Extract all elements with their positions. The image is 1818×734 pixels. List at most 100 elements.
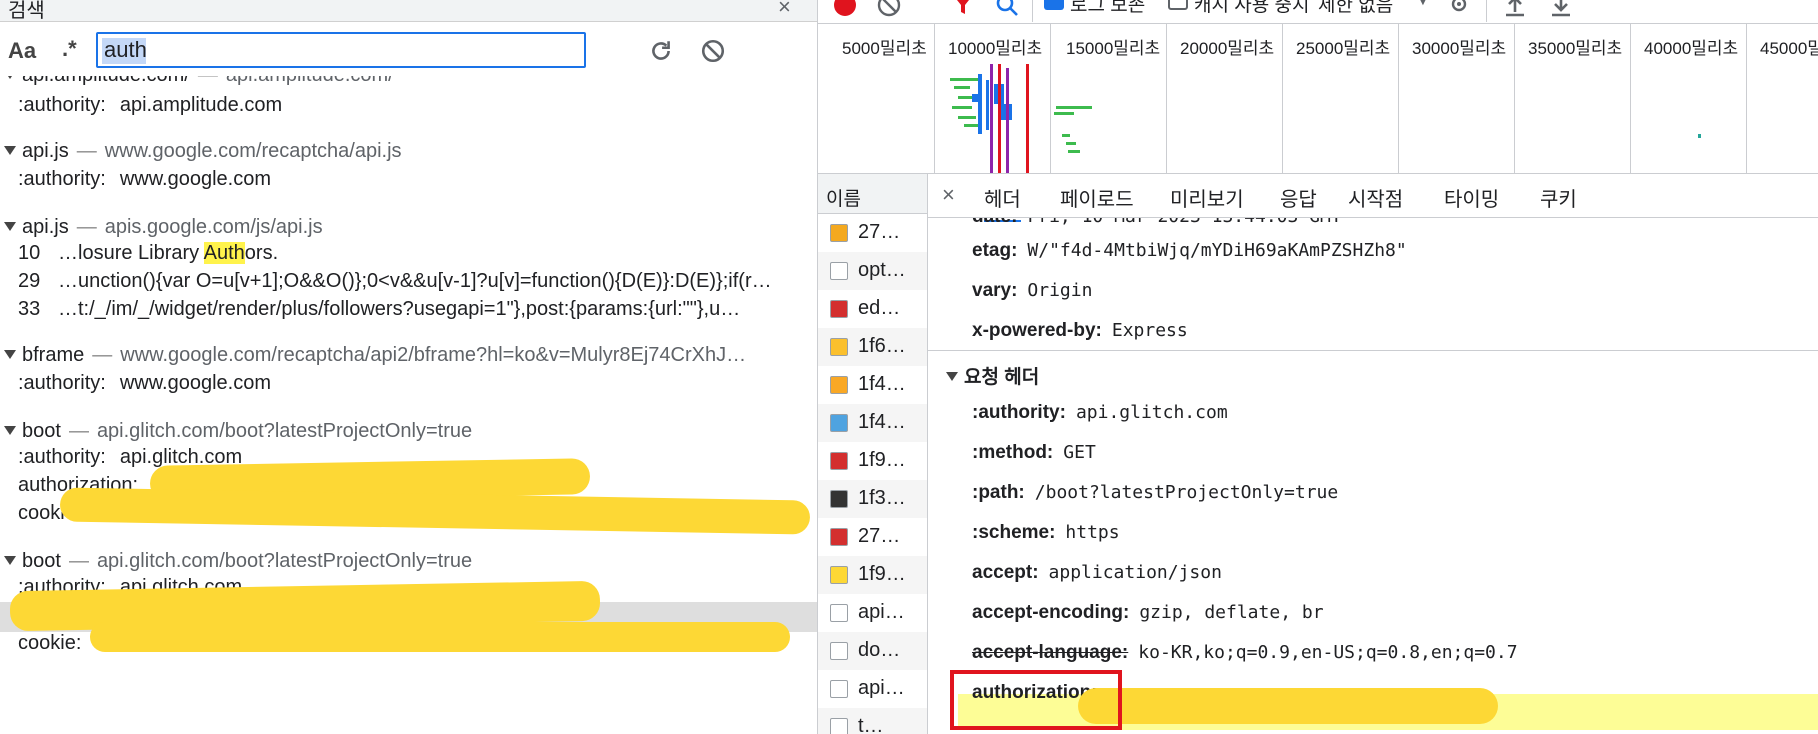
request-header-row[interactable]: :scheme: https <box>972 522 1120 556</box>
file-type-icon <box>830 376 848 394</box>
request-name: 1f3… <box>858 487 906 509</box>
result-code-line[interactable]: 33 …t:/_/im/_/widget/render/plus/follower… <box>18 298 817 328</box>
request-name: api… <box>858 601 905 623</box>
request-name: 27… <box>858 525 901 547</box>
refresh-icon[interactable] <box>648 38 674 64</box>
request-header-row[interactable]: accept: application/json <box>972 562 1222 596</box>
result-file-name: boot <box>22 550 61 572</box>
request-row[interactable]: api… <box>818 594 927 632</box>
expand-triangle-icon <box>4 76 16 79</box>
headers-content: date:Fri, 10 Mar 2023 13:44:03 GMT etag:… <box>928 218 1818 734</box>
request-row[interactable]: 1f3… <box>818 480 927 518</box>
redaction-mark <box>1078 688 1498 724</box>
network-settings-icon[interactable] <box>1446 0 1472 18</box>
request-row[interactable]: ed… <box>818 290 927 328</box>
tab-payload[interactable]: 페이로드 <box>1060 183 1134 212</box>
request-row[interactable]: api… <box>818 670 927 708</box>
expand-triangle-icon <box>4 350 16 359</box>
result-file-header[interactable]: api.js — www.google.com/recaptcha/api.js <box>0 140 402 170</box>
request-row[interactable]: 27… <box>818 214 927 252</box>
filter-icon[interactable] <box>950 0 976 18</box>
regex-toggle[interactable]: .* <box>62 36 77 62</box>
request-row[interactable]: 1f4… <box>818 404 927 442</box>
file-type-icon <box>830 338 848 356</box>
result-line[interactable]: :authority: www.google.com <box>18 372 271 402</box>
file-type-icon <box>830 262 848 280</box>
response-header-row[interactable]: etag: W/"f4d-4MtbiWjq/mYDiH69aKAmPZSHZh8" <box>972 240 1407 274</box>
file-type-icon <box>830 414 848 432</box>
tab-response[interactable]: 응답 <box>1280 183 1317 212</box>
result-file-url: api.amplitude.com/ <box>226 76 394 86</box>
annotation-red-box <box>950 670 1122 730</box>
request-name: ed… <box>858 297 901 319</box>
toolbar-divider <box>1032 0 1033 22</box>
preserve-log-checkbox[interactable] <box>1044 0 1064 10</box>
file-type-icon <box>830 300 848 318</box>
request-headers-section-title[interactable]: 요청 헤더 <box>942 362 1039 396</box>
search-icon[interactable] <box>994 0 1020 18</box>
result-file-name: api.amplitude.com/ <box>22 76 190 86</box>
expand-triangle-icon <box>4 556 16 565</box>
result-line[interactable]: :authority: api.amplitude.com <box>18 94 282 124</box>
result-code-line[interactable]: 10 …losure Library Authors. <box>18 242 278 272</box>
request-list-header[interactable]: 이름 <box>818 174 927 214</box>
response-header-row[interactable]: vary: Origin <box>972 280 1092 314</box>
result-code-line[interactable]: 29 …unction(){var O=u[v+1];O&&O()};0<v&&u… <box>18 270 817 300</box>
request-header-row[interactable]: accept-encoding: gzip, deflate, br <box>972 602 1324 636</box>
request-name: 1f6… <box>858 335 906 357</box>
response-header-row[interactable]: date:Fri, 10 Mar 2023 13:44:03 GMT <box>972 218 1342 240</box>
tab-headers[interactable]: 헤더 <box>984 183 1021 222</box>
search-results: api.amplitude.com/—api.amplitude.com/ :a… <box>0 76 817 734</box>
request-name: 1f9… <box>858 563 906 585</box>
request-list: 이름 27… opt… ed… 1f6… 1f4… 1f4… 1f9… 1f3… 27… 1f9…… <box>818 174 928 734</box>
request-name: t… <box>858 715 884 734</box>
request-detail-panel: × 헤더 페이로드 미리보기 응답 시작점 타이밍 쿠키 date:Fri, 1… <box>928 174 1818 734</box>
disable-cache-checkbox[interactable] <box>1168 0 1188 10</box>
request-header-row[interactable]: :authority: api.glitch.com <box>972 402 1228 436</box>
request-row[interactable]: 1f4… <box>818 366 927 404</box>
result-line[interactable]: :authority: www.google.com <box>18 168 271 198</box>
request-name: 27… <box>858 221 901 243</box>
record-icon[interactable] <box>832 0 858 18</box>
request-header-row[interactable]: :path:/boot?latestProjectOnly=true <box>972 482 1338 516</box>
search-input[interactable] <box>96 32 586 68</box>
tab-cookies[interactable]: 쿠키 <box>1540 183 1577 212</box>
request-name: opt… <box>858 259 906 281</box>
export-har-icon[interactable] <box>1548 0 1574 18</box>
request-row[interactable]: 1f6… <box>818 328 927 366</box>
result-file-url: apis.google.com/js/api.js <box>104 216 323 238</box>
preserve-log-label: 로그 보존 <box>1070 0 1146 16</box>
request-row[interactable]: 1f9… <box>818 556 927 594</box>
search-panel-title: 검색 <box>8 0 45 22</box>
close-icon[interactable]: × <box>942 182 955 208</box>
request-header-row[interactable]: :method: GET <box>972 442 1096 476</box>
chevron-down-icon[interactable]: ▼ <box>1416 0 1430 8</box>
result-file-header[interactable]: bframe — www.google.com/recaptcha/api2/bfr… <box>0 344 810 374</box>
request-name: api… <box>858 677 905 699</box>
request-name: 1f4… <box>858 411 906 433</box>
clear-log-icon[interactable] <box>876 0 902 18</box>
request-row[interactable]: opt… <box>818 252 927 290</box>
tab-initiator[interactable]: 시작점 <box>1348 183 1403 212</box>
expand-triangle-icon <box>946 372 958 381</box>
file-type-icon <box>830 490 848 508</box>
request-row[interactable]: t… <box>818 708 927 734</box>
tab-timing[interactable]: 타이밍 <box>1444 183 1499 212</box>
response-header-row[interactable]: x-powered-by: Express <box>972 320 1188 354</box>
file-type-icon <box>830 642 848 660</box>
tab-preview[interactable]: 미리보기 <box>1170 183 1244 212</box>
result-file-header[interactable]: api.amplitude.com/—api.amplitude.com/ <box>0 76 394 94</box>
redaction-mark <box>59 487 811 535</box>
throttle-select[interactable]: 제한 없음 <box>1318 0 1393 17</box>
file-type-icon <box>830 224 848 242</box>
match-case-toggle[interactable]: Aa <box>8 38 36 64</box>
result-line[interactable]: cookie: <box>18 632 95 662</box>
request-row[interactable]: 27… <box>818 518 927 556</box>
request-row[interactable]: do… <box>818 632 927 670</box>
close-icon[interactable]: × <box>778 0 791 20</box>
clear-icon[interactable] <box>700 38 726 64</box>
request-name: 1f9… <box>858 449 906 471</box>
network-timeline-overview[interactable]: 5000밀리초 10000밀리초 15000밀리초 20000밀리초 25000… <box>818 24 1818 174</box>
import-har-icon[interactable] <box>1502 0 1528 18</box>
request-row[interactable]: 1f9… <box>818 442 927 480</box>
